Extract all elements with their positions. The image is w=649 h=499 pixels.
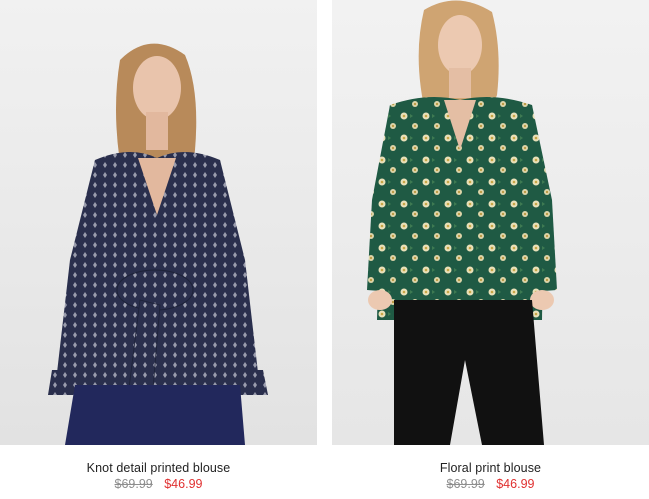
- original-price: $69.99: [114, 477, 153, 491]
- sale-price: $46.99: [496, 477, 535, 491]
- product-info: Knot detail printed blouse $69.99 $46.99: [0, 460, 317, 492]
- product-prices: $69.99 $46.99: [332, 476, 649, 492]
- product-grid: Knot detail printed blouse $69.99 $46.99: [0, 0, 649, 499]
- product-image[interactable]: [332, 0, 649, 445]
- product-name[interactable]: Floral print blouse: [332, 460, 649, 476]
- product-prices: $69.99 $46.99: [0, 476, 317, 492]
- product-photo-illustration: [0, 0, 317, 445]
- product-photo-illustration: [332, 0, 649, 445]
- product-name[interactable]: Knot detail printed blouse: [0, 460, 317, 476]
- product-card[interactable]: Knot detail printed blouse $69.99 $46.99: [0, 0, 317, 499]
- original-price: $69.99: [446, 477, 485, 491]
- product-card[interactable]: Floral print blouse $69.99 $46.99: [332, 0, 649, 499]
- product-info: Floral print blouse $69.99 $46.99: [332, 460, 649, 492]
- product-image[interactable]: [0, 0, 317, 445]
- sale-price: $46.99: [164, 477, 203, 491]
